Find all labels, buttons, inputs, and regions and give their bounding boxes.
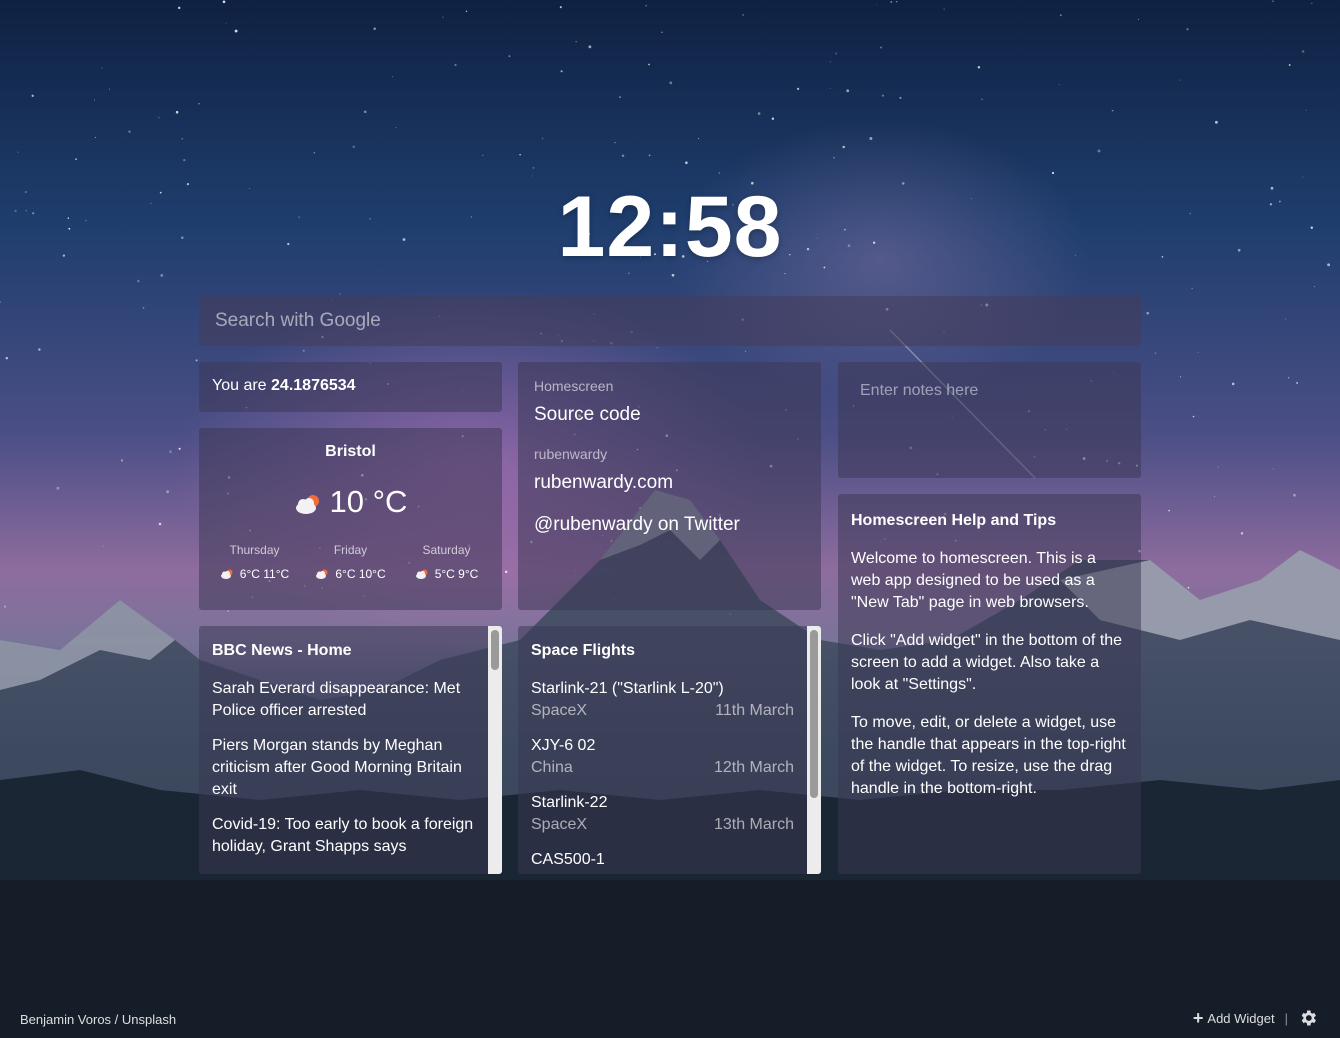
forecast-day-name: Thursday (229, 543, 280, 557)
feed-scrollbar[interactable] (488, 626, 502, 874)
forecast-day-temps: 6°C 11°C (207, 567, 302, 581)
flight-name: XJY-6 02 (531, 737, 596, 754)
plus-icon: + (1192, 1008, 1204, 1028)
location-widget: You are 24.1876534 (199, 362, 502, 412)
flight-date: 11th March (715, 702, 794, 719)
flight-item: CAS500-1 (531, 849, 794, 871)
help-paragraph: Click "Add widget" in the bottom of the … (851, 632, 1123, 693)
flight-item: Starlink-21 ("Starlink L-20") SpaceX 11th… (531, 678, 794, 722)
weather-forecast: Thursday 6°C 11°C Friday 6°C 10°C Saturd… (207, 543, 494, 581)
flights-scrollbar-thumb[interactable] (810, 630, 818, 798)
flight-item: Starlink-22 SpaceX 13th March (531, 792, 794, 836)
weather-city: Bristol (325, 443, 376, 460)
notes-widget (838, 362, 1141, 478)
space-title: Space Flights (531, 642, 636, 659)
links-heading-rubenwardy: rubenwardy (534, 446, 608, 462)
weather-current: 10 °C (199, 484, 502, 520)
flight-date: 13th March (713, 816, 794, 833)
add-widget-label: Add Widget (1207, 1010, 1275, 1026)
forecast-day: Friday 6°C 10°C (303, 543, 398, 581)
feed-scrollbar-thumb[interactable] (491, 630, 499, 670)
forecast-day-temps: 5°C 9°C (399, 567, 494, 581)
gear-icon[interactable] (1298, 1008, 1318, 1028)
feed-title: BBC News - Home (212, 642, 352, 659)
location-prefix: You are (212, 377, 267, 394)
partly-cloudy-icon (295, 495, 319, 514)
flight-agency: China (531, 759, 573, 776)
feed-item[interactable]: Covid-19: Too early to book a foreign ho… (212, 814, 475, 858)
feed-list[interactable]: BBC News - Home Sarah Everard disappeara… (199, 626, 488, 874)
search-input[interactable] (199, 296, 1141, 346)
clock: 12:58 (557, 179, 783, 275)
flight-date: 12th March (713, 759, 794, 776)
weather-current-temp: 10 °C (329, 484, 408, 519)
location-value: 24.1876534 (271, 377, 356, 394)
feed-item[interactable]: Sarah Everard disappearance: Met Police … (212, 678, 475, 722)
flight-name: Starlink-21 ("Starlink L-20") (531, 680, 724, 697)
footer-separator: | (1284, 1010, 1288, 1026)
forecast-day-temps: 6°C 10°C (303, 567, 398, 581)
weather-widget: Bristol 10 °C Thursday 6°C 11°C Friday 6… (199, 428, 502, 610)
flight-agency: SpaceX (531, 702, 588, 719)
flights-list[interactable]: Space Flights Starlink-21 ("Starlink L-2… (518, 626, 807, 874)
help-paragraph: To move, edit, or delete a widget, use t… (851, 714, 1126, 797)
partly-cloudy-icon (316, 569, 328, 579)
help-title: Homescreen Help and Tips (851, 512, 1057, 529)
news-feed-widget: BBC News - Home Sarah Everard disappeara… (199, 626, 502, 874)
flight-name: CAS500-1 (531, 851, 605, 868)
help-widget: Homescreen Help and Tips Welcome to home… (838, 494, 1141, 874)
forecast-day: Saturday 5°C 9°C (399, 543, 494, 581)
link-source-code[interactable]: Source code (534, 404, 805, 426)
footer-actions: + Add Widget | (1193, 1008, 1318, 1028)
notes-textarea[interactable] (838, 362, 1141, 478)
link-rubenwardy-twitter[interactable]: @rubenwardy on Twitter (534, 514, 805, 536)
feed-item[interactable]: Piers Morgan stands by Meghan criticism … (212, 735, 475, 801)
forecast-day: Thursday 6°C 11°C (207, 543, 302, 581)
link-rubenwardy-site[interactable]: rubenwardy.com (534, 472, 805, 494)
space-flights-widget: Space Flights Starlink-21 ("Starlink L-2… (518, 626, 821, 874)
add-widget-button[interactable]: + Add Widget (1193, 1009, 1275, 1027)
help-paragraph: Welcome to homescreen. This is a web app… (851, 550, 1096, 611)
flights-scrollbar[interactable] (807, 626, 821, 874)
links-widget: Homescreen Source code rubenwardy rubenw… (518, 362, 821, 610)
flight-item: XJY-6 02 China 12th March (531, 735, 794, 779)
flight-agency: SpaceX (531, 816, 588, 833)
flight-name: Starlink-22 (531, 794, 608, 811)
photo-credit[interactable]: Benjamin Voros / Unsplash (20, 1012, 176, 1027)
links-heading-homescreen: Homescreen (534, 378, 614, 394)
forecast-day-name: Friday (333, 543, 368, 557)
partly-cloudy-icon (415, 569, 428, 579)
forecast-day-name: Saturday (422, 543, 471, 557)
partly-cloudy-icon (220, 569, 233, 579)
